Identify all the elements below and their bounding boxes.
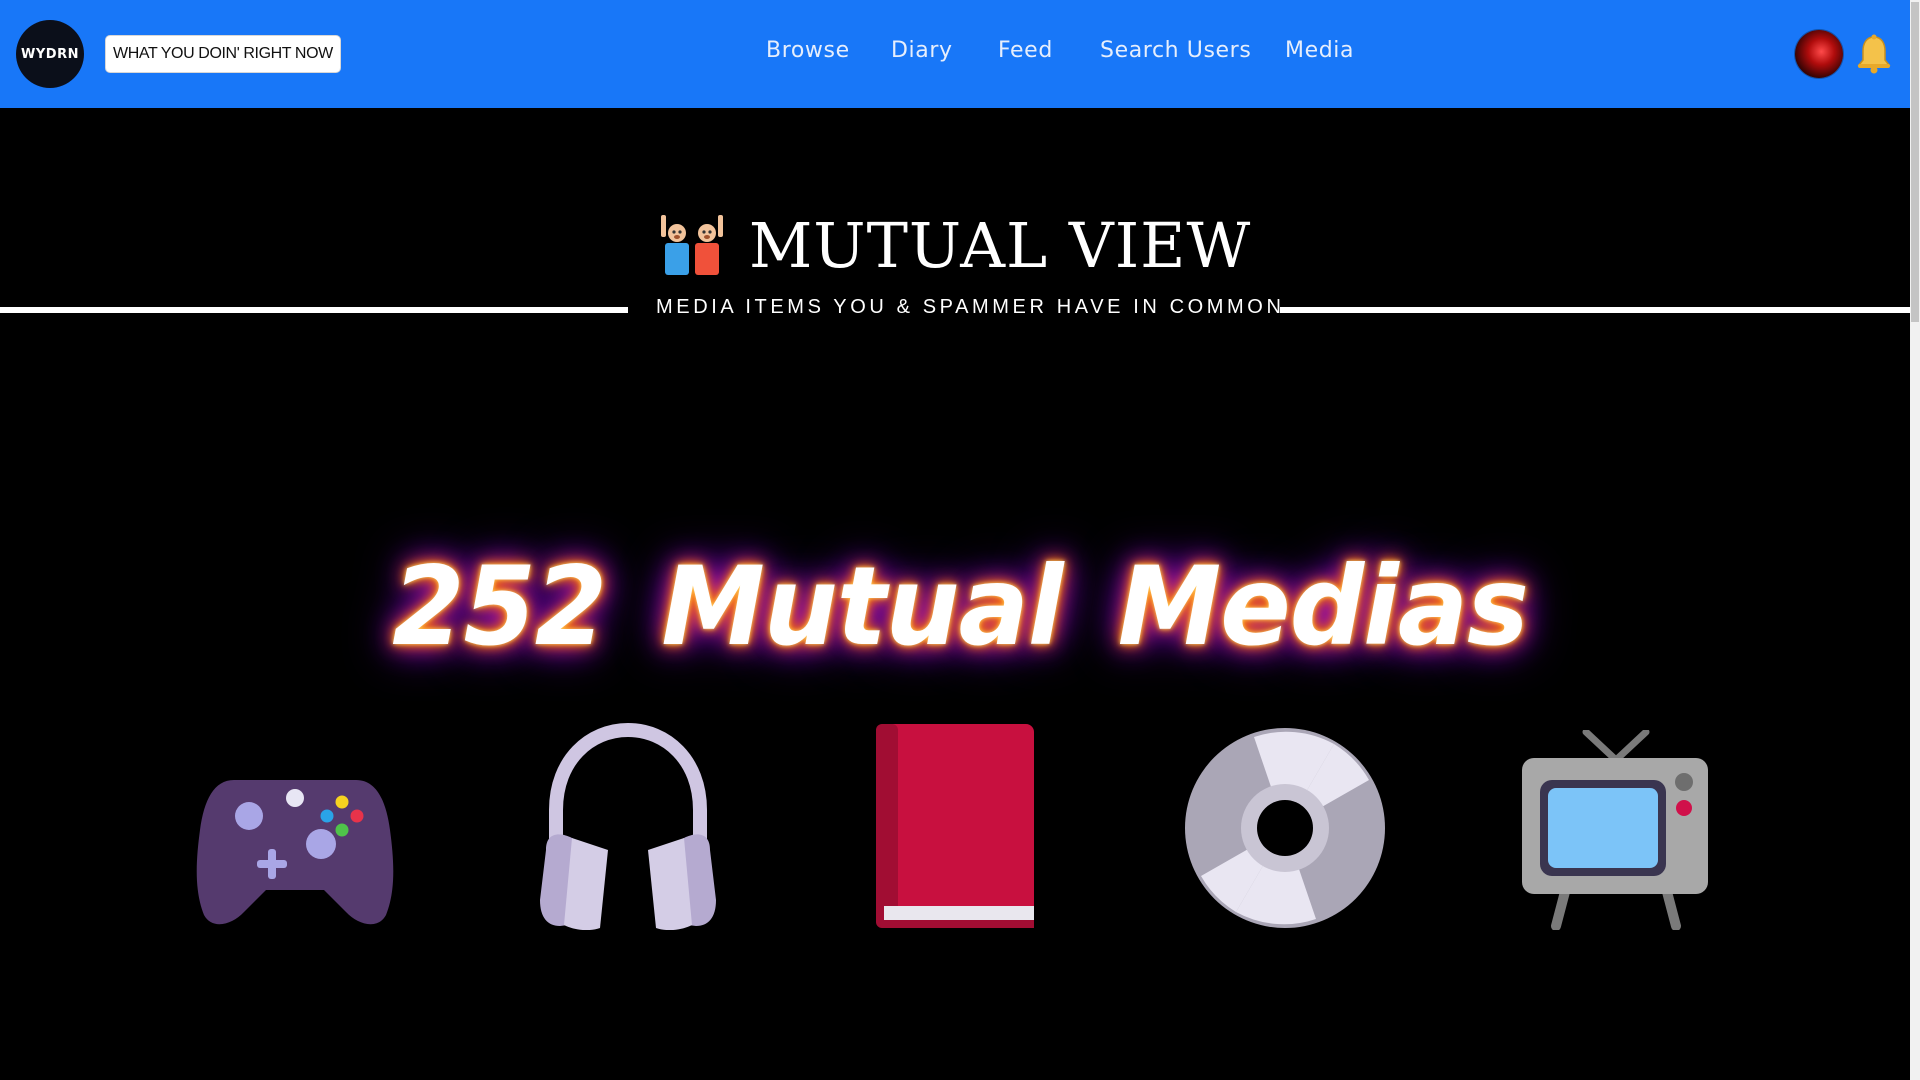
main-nav: Browse Diary Feed Search Users Media [0, 0, 1910, 108]
nav-diary[interactable]: Diary [891, 38, 953, 63]
nav-search-users[interactable]: Search Users [1100, 38, 1251, 63]
game-controller-icon[interactable] [194, 720, 396, 930]
notification-bell-icon[interactable] [1856, 34, 1892, 74]
page-title: MUTUAL VIEW [748, 208, 1252, 282]
subtitle-row: MEDIA ITEMS YOU & SPAMMER HAVE IN COMMON [0, 296, 1910, 326]
page-subtitle: MEDIA ITEMS YOU & SPAMMER HAVE IN COMMON [656, 296, 1285, 318]
user-avatar[interactable] [1795, 30, 1843, 78]
mutual-media-count: 252 Mutual Medias [392, 541, 1529, 671]
top-navbar: WYDRN WHAT YOU DOIN' RIGHT NOW Browse Di… [0, 0, 1910, 108]
people-holding-hands-icon [660, 215, 723, 275]
page-heading: MUTUAL VIEW [0, 205, 1910, 285]
scrollbar-thumb[interactable] [1911, 2, 1919, 322]
tv-icon[interactable] [1522, 730, 1710, 930]
headphones-icon[interactable] [538, 720, 718, 930]
nav-feed[interactable]: Feed [998, 38, 1053, 63]
nav-browse[interactable]: Browse [766, 38, 850, 63]
book-icon[interactable] [876, 724, 1036, 930]
divider-right [1280, 307, 1910, 313]
nav-media[interactable]: Media [1285, 38, 1354, 63]
divider-left [0, 307, 628, 313]
disc-icon[interactable] [1184, 727, 1386, 929]
